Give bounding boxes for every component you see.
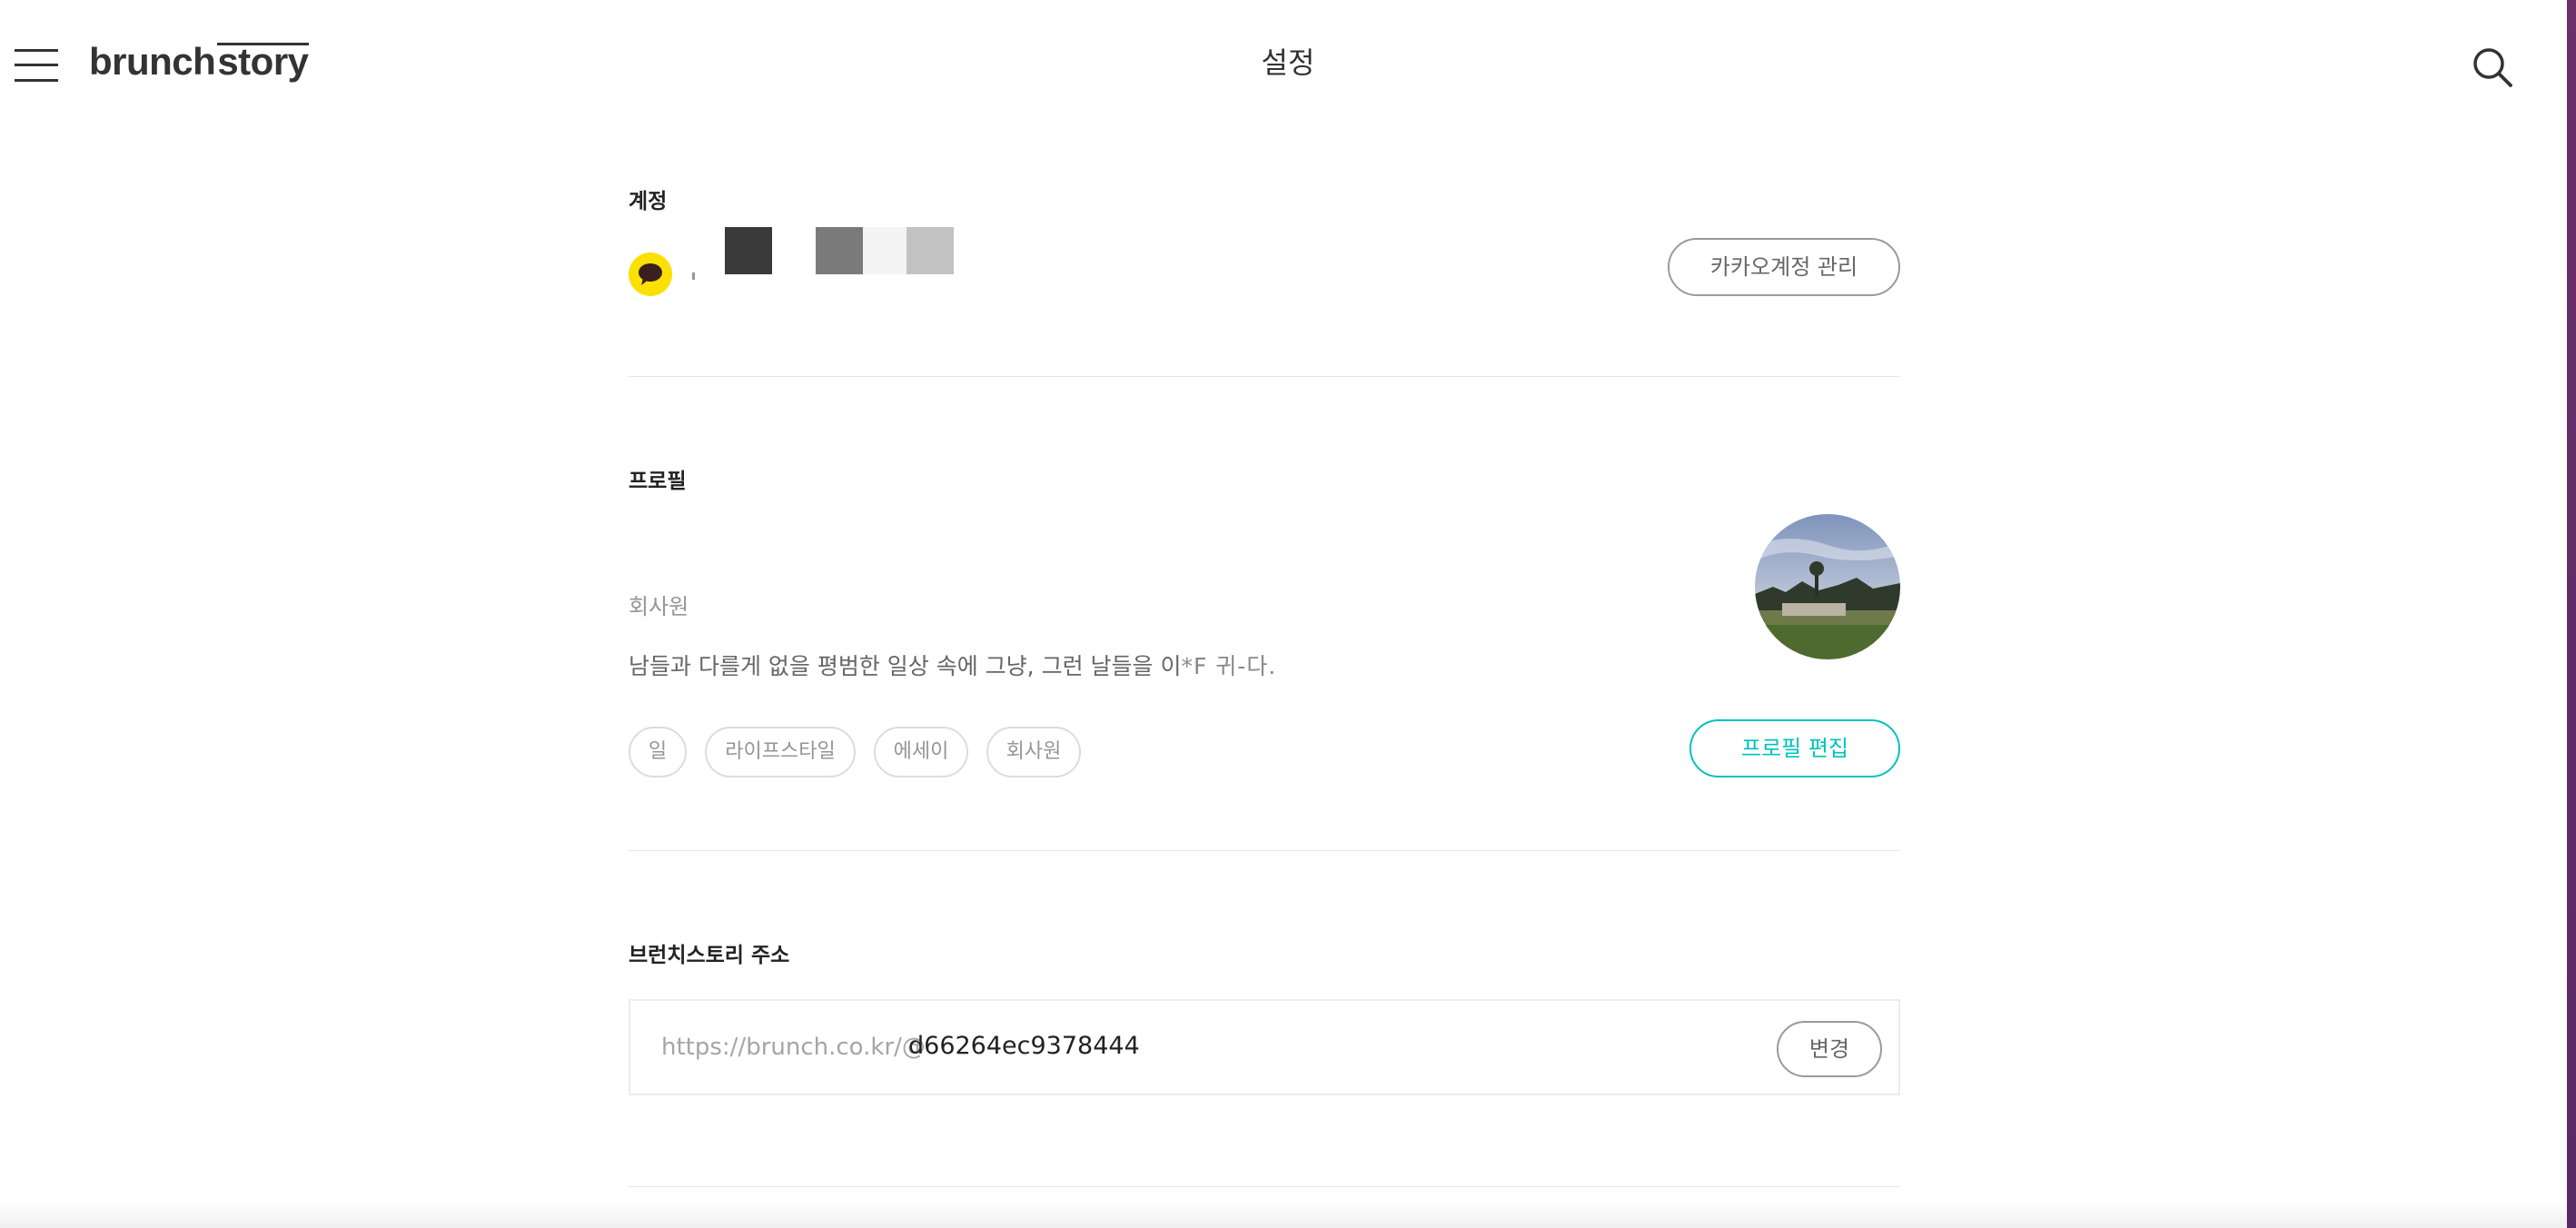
- profile-description: 남들과 다를게 없을 평범한 일상 속에 그냥, 그런 날들을 이*F 귀-다.: [629, 649, 1276, 681]
- kakao-talk-icon: [629, 253, 672, 296]
- profile-description-garbled: *F 귀-다.: [1181, 653, 1277, 679]
- address-change-button[interactable]: 변경: [1777, 1021, 1882, 1077]
- address-prefix: https://brunch.co.kr/@: [661, 1034, 926, 1061]
- profile-edit-button[interactable]: 프로필 편집: [1689, 719, 1900, 777]
- logo-story-text: story: [217, 40, 309, 83]
- profile-section-label: 프로필: [629, 470, 687, 493]
- bottom-shadow: [0, 1201, 2567, 1228]
- profile-avatar[interactable]: [1755, 514, 1900, 659]
- kakao-account-manage-button[interactable]: 카카오계정 관리: [1668, 238, 1900, 296]
- redacted-account-block: [725, 227, 772, 274]
- profile-description-text: 남들과 다를게 없을 평범한 일상 속에 그냥, 그런 날들을 이: [629, 653, 1182, 679]
- profile-tag[interactable]: 일: [629, 727, 687, 777]
- hamburger-menu-icon[interactable]: [15, 45, 58, 85]
- account-section-label: 계정: [629, 190, 668, 213]
- settings-page: brunchstory 설정 계정 카카오계정 관리 프로필 회사원 남들과 다…: [0, 0, 2576, 1228]
- section-divider: [629, 850, 1900, 851]
- redacted-account-block: [816, 227, 863, 274]
- window-edge: [2567, 0, 2576, 1228]
- section-divider: [629, 1186, 1900, 1187]
- profile-job: 회사원: [629, 594, 689, 619]
- redacted-account-block: [863, 227, 907, 274]
- page-title: 설정: [1261, 45, 1315, 80]
- profile-tag[interactable]: 회사원: [986, 727, 1081, 777]
- logo-brunch-text: brunch: [89, 40, 216, 83]
- brunch-story-logo[interactable]: brunchstory: [89, 40, 309, 84]
- profile-tag[interactable]: 라이프스타일: [705, 727, 856, 777]
- redaction-mark: [692, 272, 695, 280]
- search-icon[interactable]: [2471, 45, 2516, 91]
- section-divider: [629, 376, 1900, 377]
- address-section-label: 브런치스토리 주소: [629, 944, 790, 967]
- brunch-address-field[interactable]: https://brunch.co.kr/@ d66264ec9378444 변…: [629, 999, 1900, 1095]
- profile-tag[interactable]: 에세이: [874, 727, 968, 777]
- address-user-id: d66264ec9378444: [908, 1032, 1140, 1060]
- redacted-account-block: [907, 227, 954, 274]
